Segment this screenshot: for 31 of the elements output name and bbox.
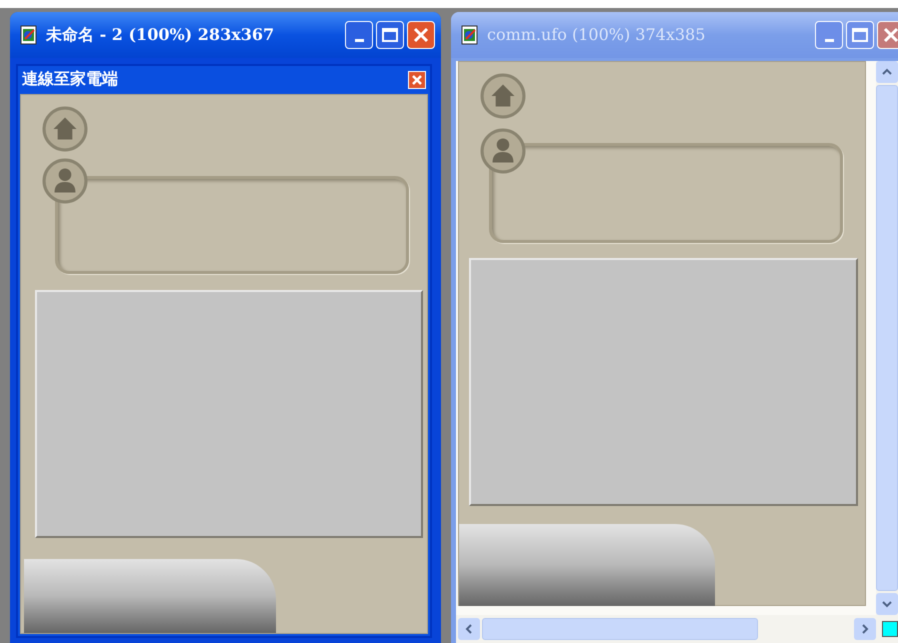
up-caret-icon	[882, 68, 892, 76]
image-file-icon	[461, 25, 479, 45]
horizontal-scrollbar[interactable]	[456, 618, 898, 640]
window-title: comm.ufo (100%) 374x385	[487, 24, 706, 46]
minimize-button[interactable]	[345, 21, 373, 49]
close-button[interactable]	[408, 71, 426, 89]
scroll-up-button[interactable]	[876, 61, 898, 83]
title-bar[interactable]: 未命名 - 2 (100%) 283x367	[10, 12, 441, 58]
down-caret-icon	[882, 600, 892, 608]
window-title: 未命名 - 2 (100%) 283x367	[46, 24, 274, 46]
right-caret-icon	[861, 624, 869, 634]
minimize-button[interactable]	[815, 21, 843, 49]
maximize-button[interactable]	[846, 21, 874, 49]
close-icon	[413, 27, 429, 43]
maximize-button[interactable]	[376, 21, 404, 49]
scroll-left-button[interactable]	[458, 618, 480, 640]
size-grip[interactable]	[882, 621, 898, 637]
close-button[interactable]	[407, 21, 435, 49]
person-icon[interactable]	[480, 128, 526, 174]
left-caret-icon	[465, 624, 473, 634]
image-file-icon	[20, 25, 38, 45]
person-icon[interactable]	[42, 158, 88, 204]
panel-title: 連線至家電端	[22, 69, 118, 90]
scroll-thumb[interactable]	[482, 618, 758, 640]
scroll-down-button[interactable]	[876, 593, 898, 615]
home-icon[interactable]	[42, 106, 88, 152]
close-icon	[883, 27, 898, 43]
scroll-right-button[interactable]	[854, 618, 876, 640]
home-icon[interactable]	[480, 73, 526, 119]
close-icon	[412, 75, 422, 85]
close-button[interactable]	[877, 21, 898, 49]
